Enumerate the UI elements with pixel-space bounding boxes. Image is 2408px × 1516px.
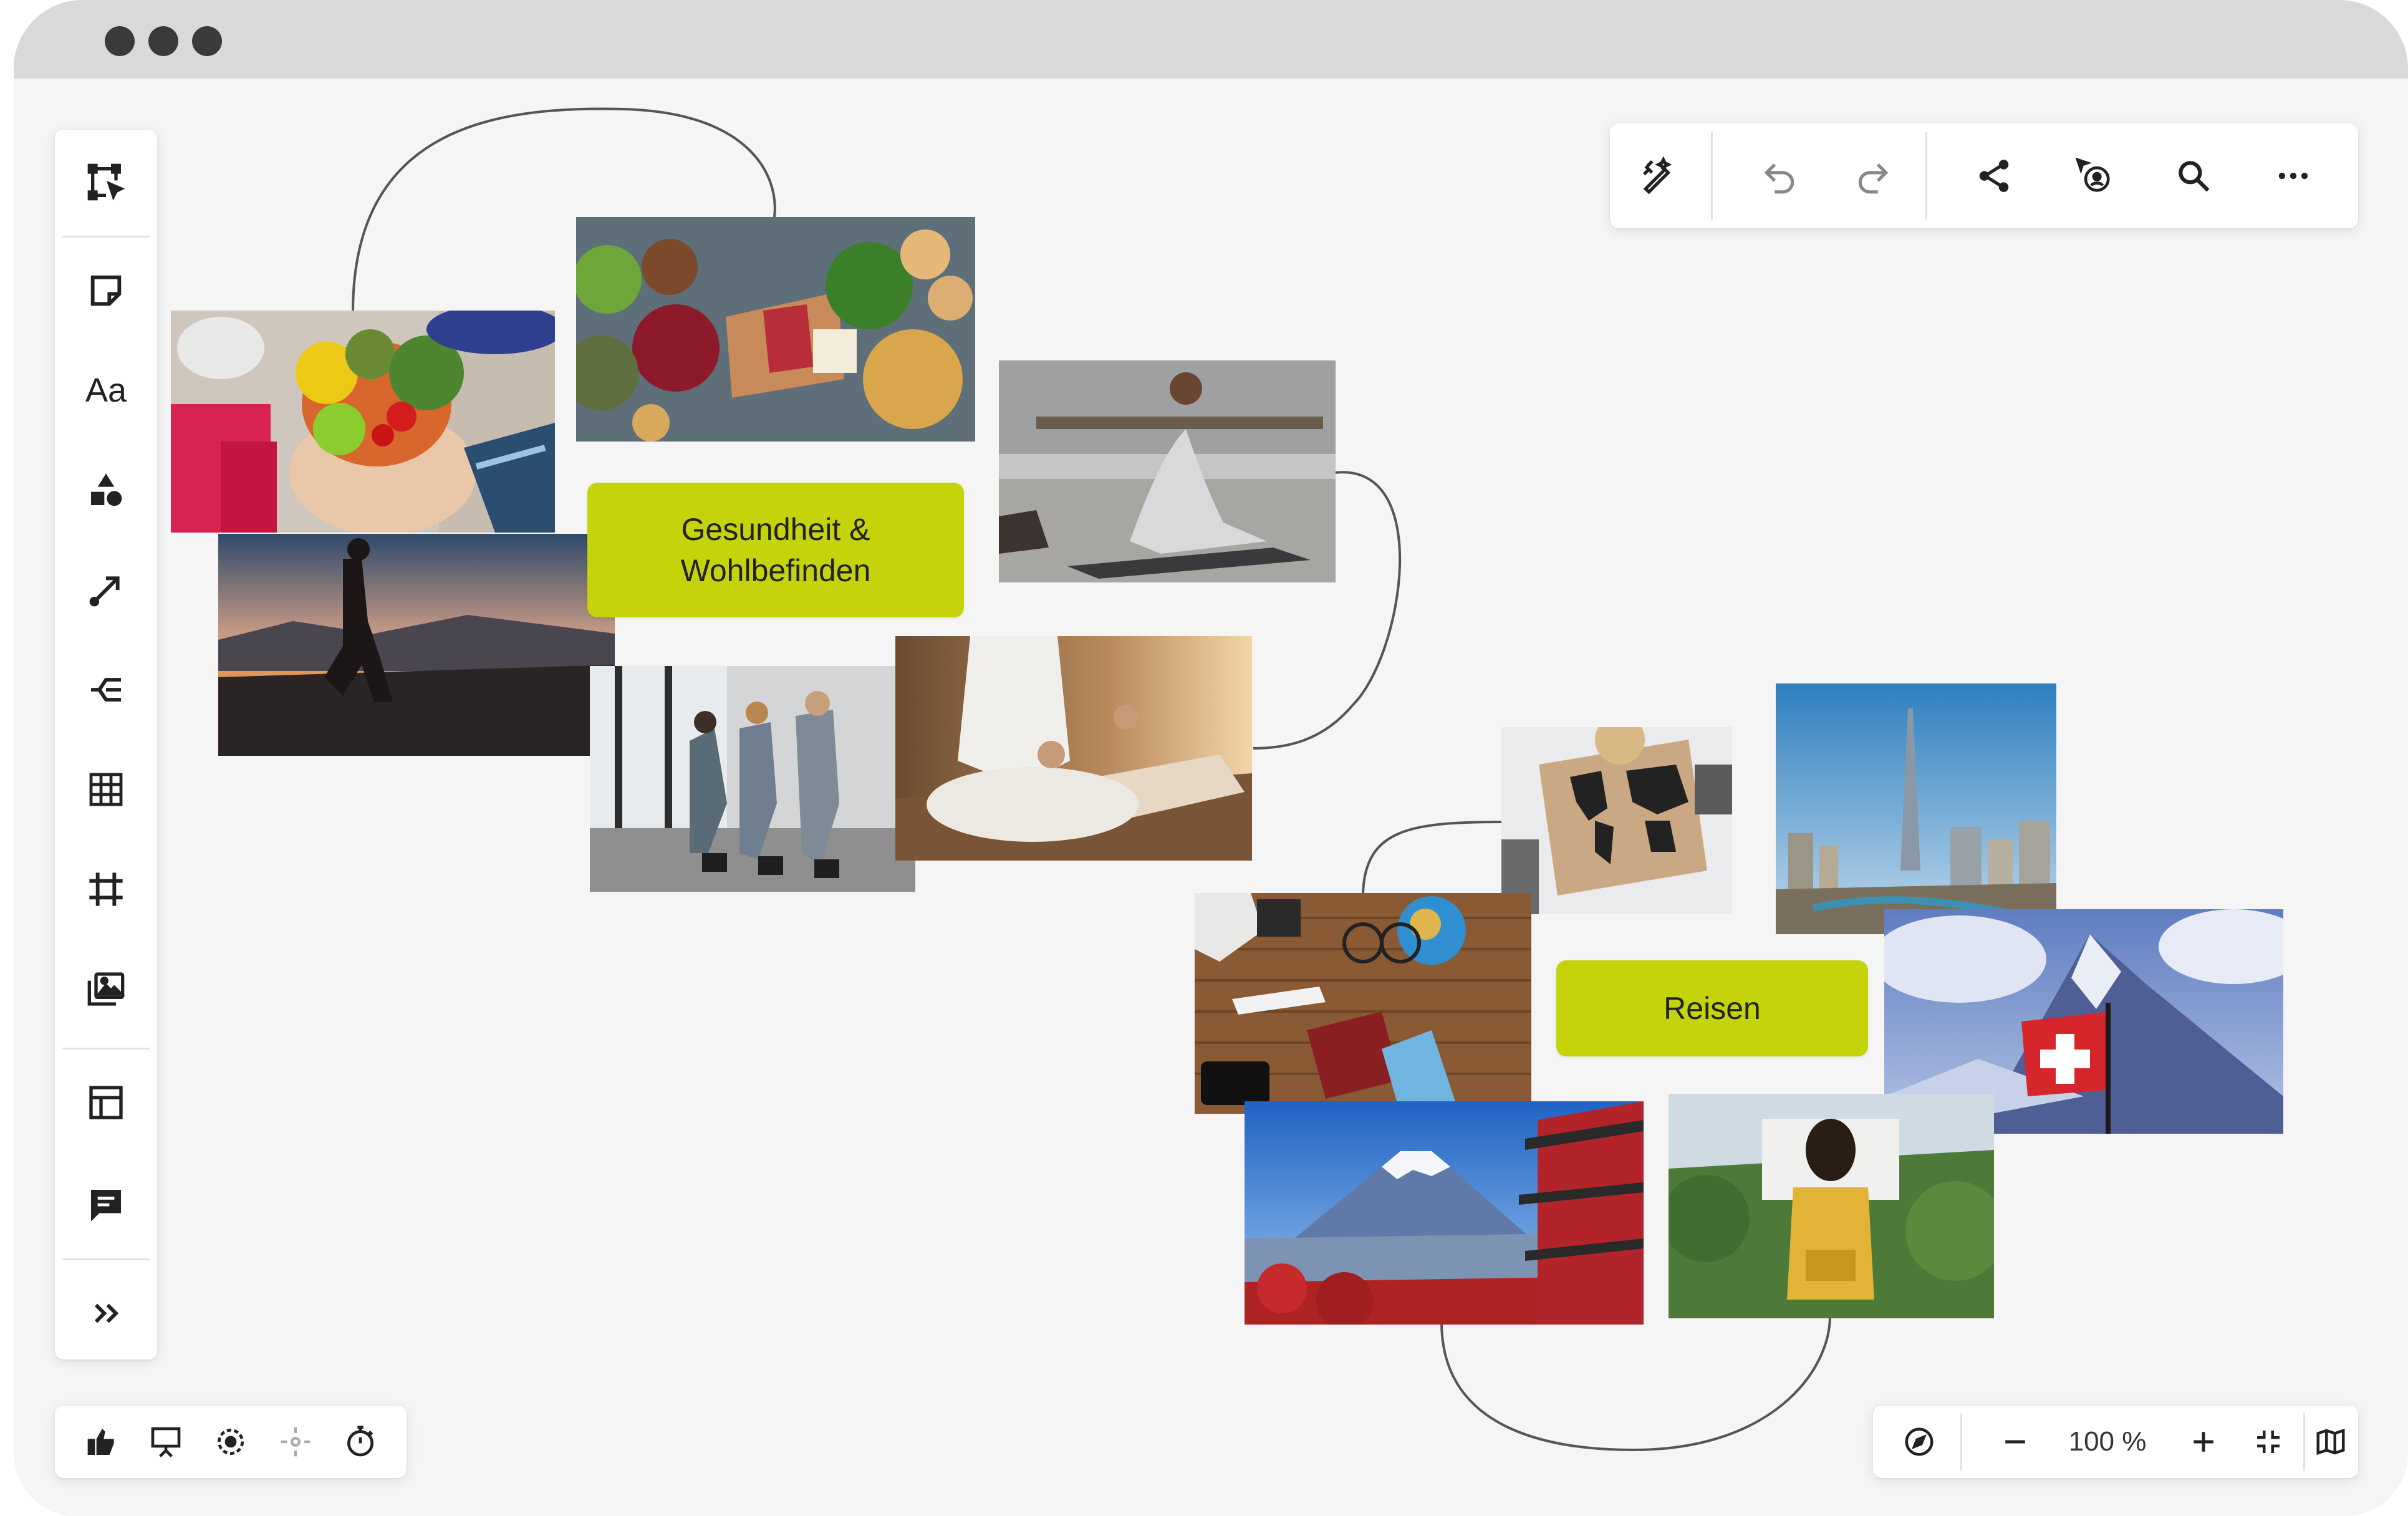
text-tool[interactable]: Aa: [69, 353, 143, 428]
frame-tool[interactable]: [69, 852, 143, 927]
sticky-note-tool[interactable]: [69, 253, 143, 328]
window-maximize-dot[interactable]: [192, 26, 222, 56]
timer-button[interactable]: [333, 1414, 388, 1469]
zoom-out-icon: [2005, 1440, 2025, 1444]
toolbar-divider: [1925, 132, 1927, 220]
compass-icon: [1905, 1427, 1934, 1456]
search-icon: [2179, 161, 2210, 192]
top-toolbar: [1610, 123, 2358, 228]
comment-icon: [91, 1190, 121, 1222]
photo-running-sunset[interactable]: [218, 534, 615, 756]
select-frame-icon: [87, 163, 125, 201]
focus-button[interactable]: [203, 1414, 258, 1469]
presentation-icon: [151, 1427, 181, 1457]
connector-tool[interactable]: [69, 553, 143, 627]
navigate-button[interactable]: [1892, 1414, 1947, 1469]
select-frame-tool[interactable]: [69, 145, 143, 220]
text-icon: Aa: [85, 372, 127, 409]
toolbar-divider: [62, 1048, 150, 1050]
redo-button[interactable]: [1842, 145, 1904, 207]
minimap-button[interactable]: [2303, 1414, 2358, 1469]
fit-screen-icon: [2257, 1431, 2280, 1453]
focus-icon: [218, 1429, 244, 1455]
photo-world-map[interactable]: [1501, 727, 1732, 914]
bottom-left-toolbar: [55, 1406, 407, 1478]
magic-edit-button[interactable]: [1627, 145, 1690, 207]
search-button[interactable]: [2162, 145, 2225, 207]
table-icon: [89, 773, 123, 806]
card-health-text: Gesundheit & Wohlbefinden: [680, 512, 871, 588]
toolbar-divider: [1711, 132, 1713, 220]
more-options-button[interactable]: [2262, 145, 2324, 207]
layout-icon: [89, 1086, 123, 1119]
thumbs-up-icon: [87, 1429, 114, 1455]
redo-icon: [1858, 163, 1889, 194]
window-minimize-dot[interactable]: [148, 26, 178, 56]
photo-yoga-stretch[interactable]: [999, 360, 1336, 582]
photo-meditation[interactable]: [895, 636, 1252, 861]
undo-icon: [1764, 163, 1794, 194]
zoom-in-icon: [2194, 1432, 2213, 1452]
toolbar-divider: [1960, 1413, 1962, 1470]
map-icon: [2316, 1428, 2345, 1456]
table-tool[interactable]: [69, 752, 143, 827]
shapes-icon: [91, 473, 122, 506]
photo-dubai-skyline[interactable]: [1776, 683, 2056, 934]
move-button[interactable]: [268, 1414, 323, 1469]
follow-user-button[interactable]: [2063, 145, 2125, 207]
zoom-level[interactable]: 100 %: [2045, 1406, 2170, 1478]
share-button[interactable]: [1963, 145, 2025, 207]
photo-travel-flatlay[interactable]: [1195, 893, 1531, 1114]
presentation-button[interactable]: [138, 1414, 193, 1469]
magic-edit-icon: [1642, 157, 1672, 195]
undo-button[interactable]: [1748, 145, 1811, 207]
media-tool[interactable]: [69, 952, 143, 1026]
bottom-right-toolbar: 100 %: [1873, 1406, 2358, 1478]
photo-japan-fuji[interactable]: [1245, 1101, 1644, 1325]
photo-backpacker[interactable]: [1669, 1094, 1994, 1318]
zoom-out-button[interactable]: [1988, 1414, 2043, 1469]
toolbar-divider: [62, 1258, 150, 1260]
mindmap-tool[interactable]: [69, 652, 143, 727]
move-icon: [281, 1427, 311, 1457]
zoom-in-button[interactable]: [2176, 1414, 2231, 1469]
sticky-note-icon: [90, 275, 122, 306]
toolbar-divider: [62, 236, 150, 238]
comment-tool[interactable]: [69, 1167, 143, 1242]
mindmap-icon: [91, 678, 121, 702]
share-icon: [1979, 160, 2009, 192]
reactions-button[interactable]: [75, 1414, 130, 1469]
follow-user-icon: [2075, 157, 2110, 192]
card-travel[interactable]: Reisen: [1556, 960, 1868, 1056]
arrow-line-icon: [89, 576, 120, 607]
frame-icon: [89, 872, 123, 906]
photo-healthy-food-hands[interactable]: [171, 311, 555, 533]
more-icon: [2278, 172, 2308, 180]
fit-screen-button[interactable]: [2241, 1414, 2296, 1469]
photo-gym-class[interactable]: [590, 666, 915, 892]
title-bar: [14, 0, 2408, 79]
photo-food-ingredients[interactable]: [576, 217, 975, 442]
left-toolbar: Aa: [55, 130, 157, 1359]
window-close-dot[interactable]: [105, 26, 135, 56]
shapes-tool[interactable]: [69, 453, 143, 528]
images-icon: [87, 972, 125, 1006]
timer-icon: [347, 1426, 373, 1457]
card-health-wellbeing[interactable]: Gesundheit & Wohlbefinden: [587, 483, 964, 617]
double-chevron-right-icon: [94, 1303, 119, 1323]
more-tools[interactable]: [69, 1276, 143, 1351]
card-travel-text: Reisen: [1664, 991, 1761, 1026]
templates-tool[interactable]: [69, 1065, 143, 1140]
